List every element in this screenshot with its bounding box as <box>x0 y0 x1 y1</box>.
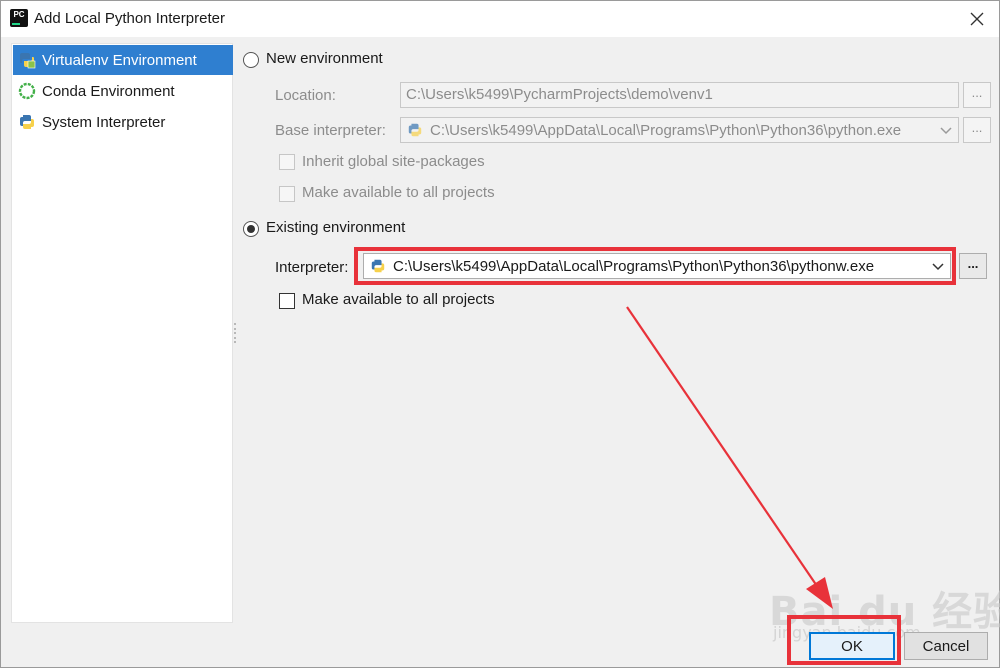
location-browse-button[interactable]: ... <box>963 82 991 108</box>
sidebar-item-label: Virtualenv Environment <box>42 51 197 69</box>
inherit-packages-checkbox[interactable] <box>279 154 295 170</box>
existing-environment-radio[interactable] <box>243 221 259 237</box>
sidebar-item-system-interpreter[interactable]: System Interpreter <box>13 107 233 137</box>
base-interpreter-value: C:\Users\k5499\AppData\Local\Programs\Py… <box>430 121 902 139</box>
interpreter-value: C:\Users\k5499\AppData\Local\Programs\Py… <box>393 257 875 275</box>
sidebar-item-label: System Interpreter <box>42 113 166 131</box>
new-env-make-available-checkbox[interactable] <box>279 186 295 202</box>
python-icon <box>408 123 422 137</box>
watermark-main-text: Bai du 经验 <box>769 589 1000 635</box>
interpreter-dropdown[interactable]: C:\Users\k5499\AppData\Local\Programs\Py… <box>363 253 951 279</box>
interpreter-label: Interpreter: <box>275 259 349 276</box>
virtualenv-icon <box>20 53 36 69</box>
python-icon <box>20 115 34 129</box>
ok-button[interactable]: OK <box>809 632 895 660</box>
conda-icon <box>18 82 36 100</box>
chevron-down-icon <box>932 263 944 271</box>
interpreter-browse-button[interactable]: ... <box>959 253 987 279</box>
close-button[interactable] <box>965 7 989 31</box>
new-environment-radio[interactable] <box>243 52 259 68</box>
base-interpreter-browse-button[interactable]: ... <box>963 117 991 143</box>
cancel-button[interactable]: Cancel <box>904 632 988 660</box>
interpreter-type-list: Virtualenv Environment Conda Environment… <box>11 43 233 623</box>
splitter-handle[interactable] <box>234 323 237 343</box>
new-env-make-available-label: Make available to all projects <box>302 184 495 201</box>
sidebar-item-conda[interactable]: Conda Environment <box>13 76 233 106</box>
app-icon-text: PC <box>13 10 25 19</box>
base-interpreter-dropdown[interactable]: C:\Users\k5499\AppData\Local\Programs\Py… <box>400 117 959 143</box>
existing-environment-label: Existing environment <box>266 219 406 236</box>
existing-env-make-available-label: Make available to all projects <box>302 291 495 308</box>
pycharm-app-icon: PC <box>10 9 28 27</box>
close-icon <box>970 12 984 26</box>
title-bar: PC Add Local Python Interpreter <box>1 1 999 37</box>
inherit-packages-label: Inherit global site-packages <box>302 153 485 170</box>
new-environment-label: New environment <box>266 50 383 67</box>
location-label: Location: <box>275 87 336 104</box>
sidebar-item-virtualenv[interactable]: Virtualenv Environment <box>13 45 233 75</box>
existing-env-make-available-checkbox[interactable] <box>279 293 295 309</box>
window-title: Add Local Python Interpreter <box>34 10 225 27</box>
chevron-down-icon <box>940 127 952 135</box>
base-interpreter-label: Base interpreter: <box>275 122 386 139</box>
python-icon <box>371 259 385 273</box>
dialog-window: PC Add Local Python Interpreter Virtuale… <box>0 0 1000 668</box>
location-field[interactable]: C:\Users\k5499\PycharmProjects\demo\venv… <box>400 82 959 108</box>
sidebar-item-label: Conda Environment <box>42 82 175 100</box>
